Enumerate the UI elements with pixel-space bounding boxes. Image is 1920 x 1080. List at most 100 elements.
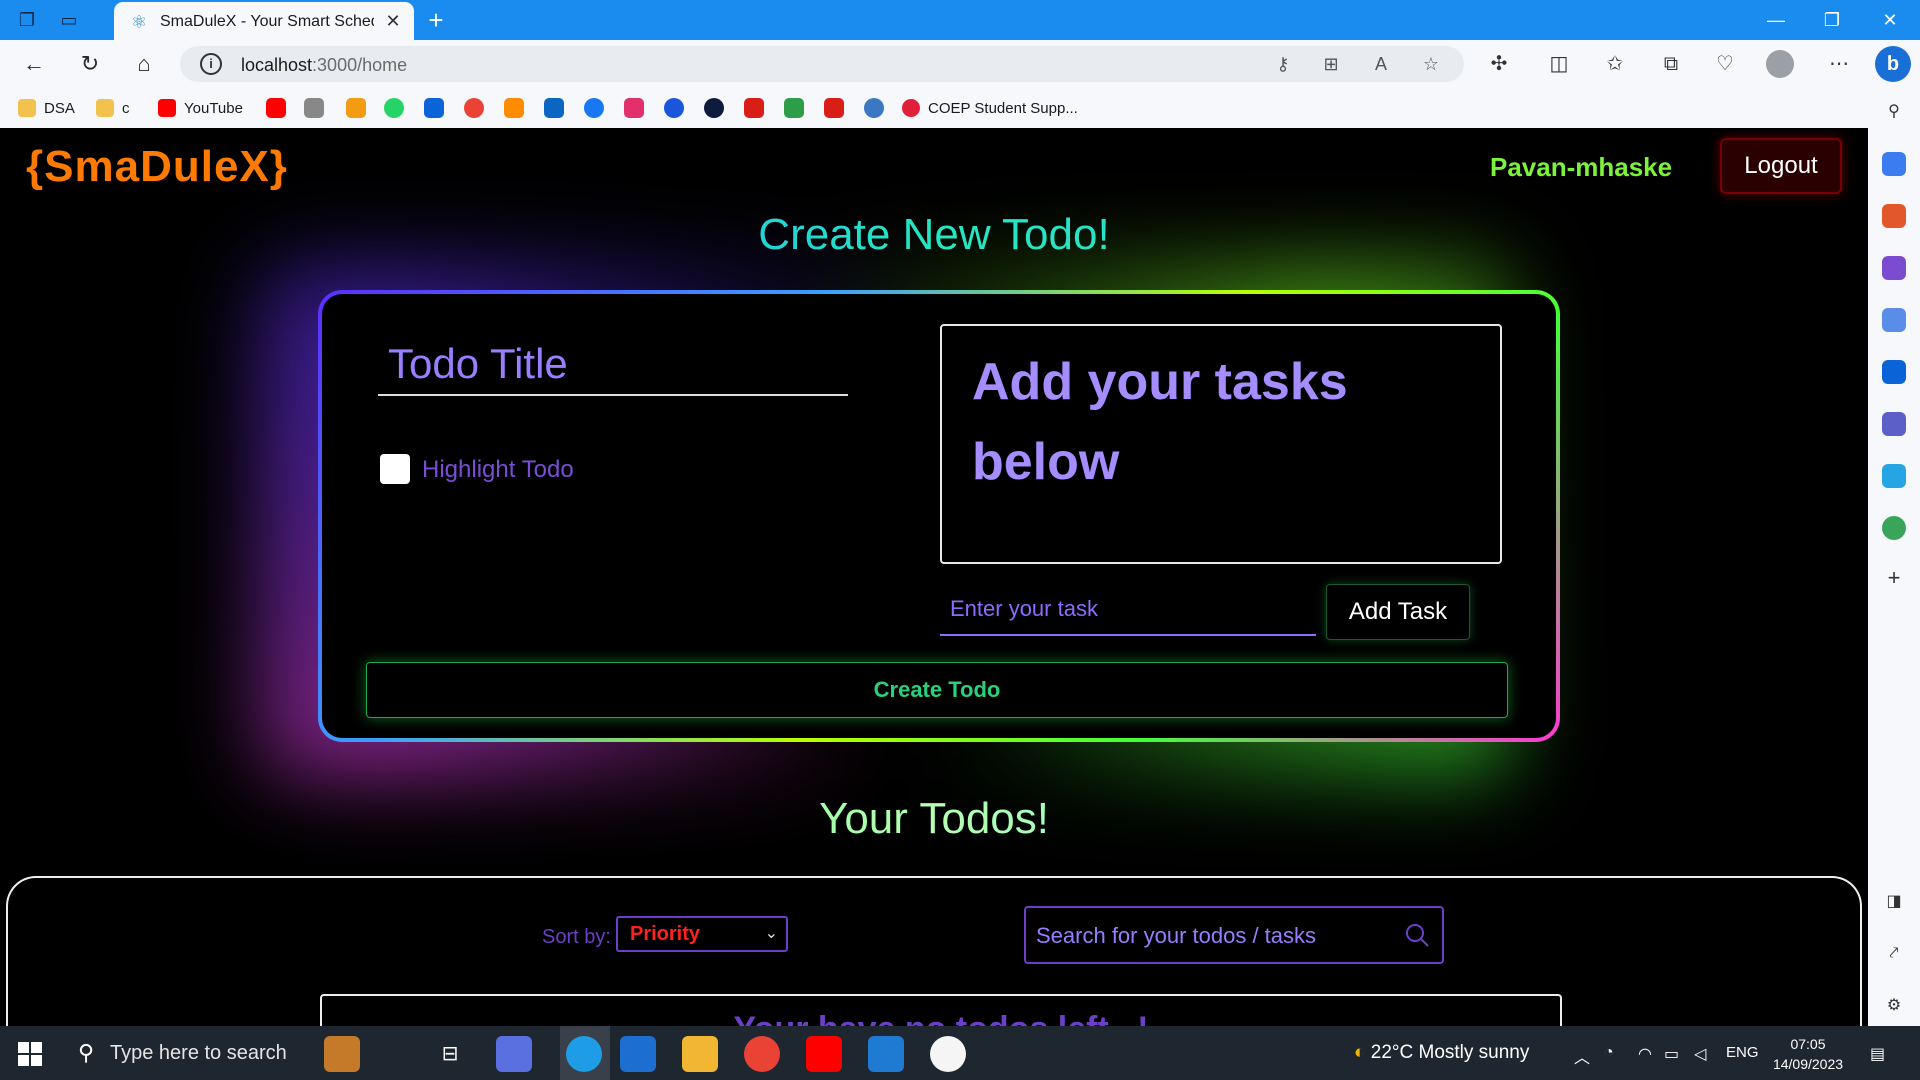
- task-input[interactable]: [940, 584, 1316, 636]
- more-menu-icon[interactable]: ⋯: [1824, 50, 1854, 78]
- bookmark-youtube[interactable]: YouTube: [158, 98, 243, 118]
- read-aloud-icon[interactable]: A: [1368, 52, 1394, 76]
- favorite-star-icon[interactable]: ☆: [1418, 52, 1444, 76]
- file-explorer-icon[interactable]: [682, 1036, 718, 1072]
- logout-button[interactable]: Logout: [1720, 138, 1842, 194]
- youtube-taskbar-icon[interactable]: [806, 1036, 842, 1072]
- split-screen-icon[interactable]: ◫: [1544, 50, 1574, 78]
- address-url: localhost:3000/home: [241, 55, 408, 75]
- arrow-site-icon[interactable]: [704, 98, 724, 118]
- tree-icon[interactable]: [1882, 516, 1906, 540]
- naukri-icon[interactable]: [346, 98, 366, 118]
- back-icon[interactable]: ←: [18, 49, 50, 79]
- wifi-icon[interactable]: ◠: [1638, 1044, 1652, 1064]
- network-icon[interactable]: ◔: [1604, 1044, 1614, 1062]
- copilot-taskbar-icon[interactable]: [496, 1036, 532, 1072]
- restore-icon[interactable]: ❐: [1812, 6, 1852, 34]
- copilot-icon[interactable]: [1882, 308, 1906, 332]
- github-taskbar-icon[interactable]: [930, 1036, 966, 1072]
- chrome-taskbar-icon[interactable]: [744, 1036, 780, 1072]
- widget-image-icon[interactable]: [324, 1036, 360, 1072]
- volume-icon[interactable]: ◁: [1694, 1044, 1706, 1064]
- edge-taskbar-icon[interactable]: [566, 1036, 602, 1072]
- extensions-icon[interactable]: ✣: [1484, 50, 1514, 78]
- taskbar-search[interactable]: ⚲ Type here to search: [70, 1036, 420, 1072]
- tab-close-icon[interactable]: ✕: [382, 10, 404, 32]
- profile-avatar[interactable]: [1766, 50, 1794, 78]
- search-icon[interactable]: ⚲: [1882, 100, 1906, 124]
- todos-panel: Sort by: Priority ⌄ Your have no todos l…: [6, 876, 1862, 1026]
- folder-icon: [18, 99, 36, 117]
- apps-grid-icon[interactable]: ⊞: [1318, 52, 1344, 76]
- bookmark-folder-c[interactable]: c: [96, 98, 130, 118]
- add-task-button[interactable]: Add Task: [1326, 584, 1470, 640]
- performance-icon[interactable]: ♡: [1710, 50, 1740, 78]
- edge-sidebar: ⚲ + ◨ ⤤ ⚙: [1868, 88, 1920, 1026]
- empty-todos-box: Your have no todos left...!: [320, 994, 1562, 1026]
- brand-logo[interactable]: {SmaDuleX}: [26, 142, 288, 192]
- telegram-icon[interactable]: [1882, 464, 1906, 488]
- firefox-icon[interactable]: [504, 98, 524, 118]
- task-view-icon[interactable]: ⊟: [432, 1036, 468, 1072]
- password-key-icon[interactable]: ⚷: [1270, 52, 1296, 76]
- todo-title-input[interactable]: [378, 334, 848, 396]
- weather-widget[interactable]: ◐ 22°C Mostly sunny: [1354, 1042, 1529, 1064]
- sort-label: Sort by:: [542, 926, 611, 948]
- workspaces-icon[interactable]: ❐: [14, 8, 40, 32]
- outlook-icon[interactable]: [424, 98, 444, 118]
- home-icon[interactable]: ⌂: [128, 49, 160, 79]
- battery-icon[interactable]: ▭: [1664, 1044, 1679, 1064]
- clock[interactable]: 07:05 14/09/2023: [1768, 1034, 1848, 1074]
- language-indicator[interactable]: ENG: [1726, 1044, 1759, 1061]
- tab-actions-icon[interactable]: ▭: [56, 8, 82, 32]
- sort-select[interactable]: Priority ⌄: [616, 916, 788, 952]
- settings-gear-icon[interactable]: ⚙: [1882, 994, 1906, 1018]
- empty-todos-message: Your have no todos left...!: [322, 1010, 1560, 1026]
- todos-heading: Your Todos!: [6, 794, 1862, 844]
- python-icon[interactable]: [864, 98, 884, 118]
- favorites-icon[interactable]: ✩: [1600, 50, 1630, 78]
- tasks-placeholder-text: Add your tasks below: [972, 353, 1348, 491]
- new-tab-icon[interactable]: +: [422, 6, 450, 34]
- vscode-taskbar-icon[interactable]: [868, 1036, 904, 1072]
- search-icon[interactable]: [1404, 922, 1430, 948]
- minimize-icon[interactable]: —: [1756, 6, 1796, 34]
- collections-icon[interactable]: ⧉: [1656, 50, 1686, 78]
- refresh-icon[interactable]: ↻: [74, 49, 106, 79]
- outlook-sidebar-icon[interactable]: [1882, 360, 1906, 384]
- google-icon[interactable]: [464, 98, 484, 118]
- bookmark-coep[interactable]: COEP Student Supp...: [902, 98, 1078, 118]
- create-todo-button[interactable]: Create Todo: [366, 662, 1508, 718]
- open-external-icon[interactable]: ⤤: [1882, 942, 1906, 966]
- site-info-icon[interactable]: i: [200, 53, 222, 75]
- notifications-icon[interactable]: ▤: [1870, 1044, 1885, 1064]
- youtube-music-icon[interactable]: [266, 98, 286, 118]
- address-bar[interactable]: i localhost:3000/home ⚷ ⊞ A ☆: [180, 46, 1464, 82]
- tray-chevron-icon[interactable]: ︿: [1574, 1044, 1590, 1068]
- whatsapp-icon[interactable]: [384, 98, 404, 118]
- mysite-2-icon[interactable]: [824, 98, 844, 118]
- highlight-checkbox[interactable]: [380, 454, 410, 484]
- openai-icon[interactable]: [304, 98, 324, 118]
- coursera-icon[interactable]: [664, 98, 684, 118]
- add-sidebar-app-icon[interactable]: +: [1882, 566, 1906, 590]
- linkedin-icon[interactable]: [544, 98, 564, 118]
- sheet-icon[interactable]: [784, 98, 804, 118]
- todo-search-input[interactable]: [1036, 918, 1396, 954]
- tools-icon[interactable]: [1882, 204, 1906, 228]
- bookmark-folder-dsa[interactable]: DSA: [18, 98, 75, 118]
- facebook-icon[interactable]: [584, 98, 604, 118]
- windows-start-icon[interactable]: [18, 1042, 42, 1066]
- drop-icon[interactable]: [1882, 412, 1906, 436]
- shopping-tag-icon[interactable]: [1882, 152, 1906, 176]
- mail-taskbar-icon[interactable]: [620, 1036, 656, 1072]
- instagram-icon[interactable]: [624, 98, 644, 118]
- mysite-icon[interactable]: [744, 98, 764, 118]
- hide-sidebar-icon[interactable]: ◨: [1882, 890, 1906, 914]
- highlight-label: Highlight Todo: [422, 456, 574, 483]
- search-icon: ⚲: [78, 1040, 95, 1065]
- close-window-icon[interactable]: ✕: [1870, 6, 1910, 34]
- browser-tab-active[interactable]: ⚛ SmaDuleX - Your Smart Scheduling ✕: [114, 2, 414, 40]
- games-icon[interactable]: [1882, 256, 1906, 280]
- bing-copilot-icon[interactable]: b: [1875, 46, 1911, 82]
